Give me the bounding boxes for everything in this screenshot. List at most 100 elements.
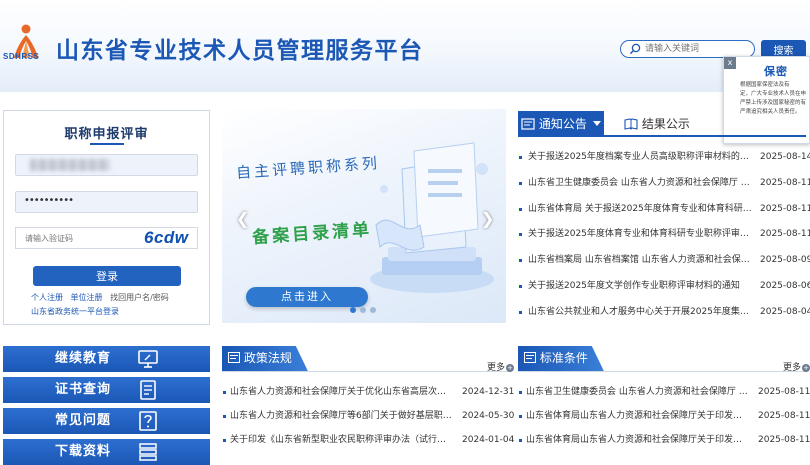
service-label: 下载资料	[55, 444, 112, 459]
standards-tab[interactable]: 标准条件	[518, 346, 604, 371]
list-item[interactable]: 山东省卫生健康委员会 山东省人力资源和社会保障厅 … 2025-08-11	[518, 378, 810, 402]
list-icon	[521, 118, 535, 130]
list-item[interactable]: 山东省人力资源和社会保障厅关于优化山东省高层次… 2024-12-31	[222, 378, 514, 402]
news-date: 2025-08-14	[760, 152, 810, 162]
book-icon	[624, 118, 638, 130]
list-item[interactable]: 山东省体育局山东省人力资源和社会保障厅关于印发… 2025-08-11	[518, 402, 810, 426]
policy-more-link[interactable]: 更多 +	[487, 360, 514, 373]
dropdown-arrow-icon	[592, 121, 601, 126]
banner-enter-button[interactable]: 点击进入	[246, 287, 368, 307]
news-title[interactable]: 关于报送2025年度体育专业和体育科研专业职称评审…	[528, 220, 755, 249]
news-title[interactable]: 山东省档案局 山东省档案馆 山东省人力资源和社会保…	[528, 246, 755, 275]
banner-dot[interactable]	[350, 307, 356, 313]
banner-heading: 自主评聘职称系列	[235, 153, 381, 182]
bullet	[519, 439, 522, 442]
news-title[interactable]: 山东省体育局 关于报送2025年度体育专业和体育科研…	[528, 195, 755, 224]
policy-title: 政策法规	[243, 351, 292, 365]
captcha-image[interactable]: 6cdw	[144, 227, 198, 249]
password-field[interactable]: ••••••••••	[15, 191, 198, 213]
tab-notice-label: 通知公告	[538, 117, 587, 131]
list-item[interactable]: 关于印发《山东省新型职业农民职称评审办法（试行… 2024-01-04	[222, 426, 514, 450]
tab-notice[interactable]: 通知公告	[518, 111, 604, 137]
news-date: 2025-08-11	[760, 177, 810, 188]
unit-register-link[interactable]: 单位注册	[71, 293, 103, 302]
login-panel: 职称申报评审 •••••••••• 6cdw 登录 个人注册 单位注册 找回用户…	[3, 110, 210, 325]
standards-more-link[interactable]: 更多 +	[783, 360, 810, 373]
bullet	[223, 439, 226, 442]
download-materials-button[interactable]: 下载资料	[3, 439, 210, 465]
popup-line: 定，广大专业技术人员在申	[740, 91, 807, 97]
username-field[interactable]	[15, 154, 198, 176]
list-item[interactable]: 山东省卫生健康委员会 山东省人力资源和社会保障厅 … 2025-08-11	[518, 169, 810, 195]
banner-dot[interactable]	[370, 307, 376, 313]
site-header: SDHRSS 山东省专业技术人员管理服务平台 搜索	[0, 0, 810, 92]
standards-section-header: 标准条件 更多 +	[518, 346, 810, 373]
login-button[interactable]: 登录	[33, 266, 181, 286]
news-title[interactable]: 山东省卫生健康委员会 山东省人力资源和社会保障厅 …	[528, 169, 755, 198]
policy-item-title[interactable]: 关于印发《山东省新型职业农民职称评审办法（试行…	[230, 426, 458, 455]
news-title[interactable]: 关于报送2025年度档案专业人员高级职称评审材料的…	[528, 143, 755, 172]
news-title[interactable]: 关于报送2025年度文学创作专业职称评审材料的通知	[528, 272, 755, 301]
banner-prev-arrow-icon[interactable]: ❮	[236, 209, 249, 228]
username-blurred-value	[30, 159, 110, 171]
captcha-input[interactable]	[16, 228, 136, 248]
news-date: 2025-08-04	[760, 306, 810, 317]
news-date: 2025-08-09	[760, 255, 810, 266]
certificate-icon	[140, 380, 156, 400]
list-item[interactable]: 关于报送2025年度文学创作专业职称评审材料的通知 2025-08-06	[518, 272, 810, 298]
popup-title: 保密	[764, 65, 788, 78]
more-label: 更多	[486, 363, 505, 373]
standards-item-title[interactable]: 山东省体育局山东省人力资源和社会保障厅关于印发…	[526, 426, 754, 455]
bullet	[223, 415, 226, 418]
banner-dot[interactable]	[360, 307, 366, 313]
bullet	[519, 284, 522, 288]
search-icon	[629, 43, 641, 55]
plus-icon: +	[802, 364, 810, 372]
popup-close-button[interactable]: x	[724, 57, 736, 69]
news-date: 2025-08-11	[760, 229, 810, 240]
bullet	[519, 310, 522, 314]
search-input[interactable]	[645, 41, 751, 57]
certificate-query-button[interactable]: 证书查询	[3, 377, 210, 403]
bullet	[519, 233, 522, 237]
captcha-row: 6cdw	[15, 227, 198, 249]
list-item[interactable]: 山东省档案局 山东省档案馆 山东省人力资源和社会保… 2025-08-09	[518, 246, 810, 272]
list-item[interactable]: 关于报送2025年度体育专业和体育科研专业职称评审… 2025-08-11	[518, 220, 810, 246]
list-item[interactable]: 山东省人力资源和社会保障厅等6部门关于做好基层职… 2024-05-30	[222, 402, 514, 426]
faq-button[interactable]: 常见问题	[3, 408, 210, 434]
monitor-icon	[138, 350, 158, 368]
list-item[interactable]: 山东省体育局山东省人力资源和社会保障厅关于印发… 2025-08-11	[518, 426, 810, 450]
policy-item-date: 2024-01-04	[462, 435, 515, 445]
popup-line: 根据国家保密法及有	[740, 82, 790, 88]
standards-list: 山东省卫生健康委员会 山东省人力资源和社会保障厅 … 2025-08-11 山东省…	[518, 378, 810, 450]
bullet	[519, 156, 522, 159]
site-title: 山东省专业技术人员管理服务平台	[56, 38, 424, 64]
news-tabs: 通知公告 结果公示	[518, 111, 806, 137]
bullet	[519, 181, 522, 185]
gov-platform-login-link[interactable]: 山东省政务统一平台登录	[31, 306, 119, 317]
bullet	[519, 259, 522, 263]
bullet	[223, 391, 226, 394]
service-label: 继续教育	[55, 351, 112, 366]
news-title[interactable]: 山东省公共就业和人才服务中心关于开展2025年度集…	[528, 298, 755, 327]
retrieve-account-link[interactable]: 找回用户名/密码	[110, 293, 169, 302]
policy-list: 山东省人力资源和社会保障厅关于优化山东省高层次… 2024-12-31 山东省人力…	[222, 378, 514, 450]
continuing-education-button[interactable]: 继续教育	[3, 346, 210, 372]
bullet	[519, 415, 522, 418]
login-title: 职称申报评审	[64, 127, 149, 142]
list-item[interactable]: 关于报送2025年度档案专业人员高级职称评审材料的… 2025-08-14	[518, 143, 810, 169]
policy-section-header: 政策法规 更多 +	[222, 346, 514, 373]
list-item[interactable]: 山东省公共就业和人才服务中心关于开展2025年度集… 2025-08-04	[518, 298, 810, 324]
list-item[interactable]: 山东省体育局 关于报送2025年度体育专业和体育科研… 2025-08-11	[518, 195, 810, 221]
policy-tab[interactable]: 政策法规	[222, 346, 308, 371]
logo-text: SDHRSS	[3, 52, 40, 61]
personal-register-link[interactable]: 个人注册	[31, 293, 63, 302]
banner-next-arrow-icon[interactable]: ❯	[481, 209, 494, 228]
tab-results[interactable]: 结果公示	[624, 111, 690, 137]
download-icon	[139, 443, 157, 461]
password-value: ••••••••••	[24, 195, 74, 206]
banner-carousel[interactable]: 自主评聘职称系列 备案目录清单 点击进入 ❮ ❯	[222, 109, 506, 323]
standards-title: 标准条件	[539, 351, 588, 365]
bullet	[519, 391, 522, 394]
news-date: 2025-08-06	[760, 280, 810, 291]
